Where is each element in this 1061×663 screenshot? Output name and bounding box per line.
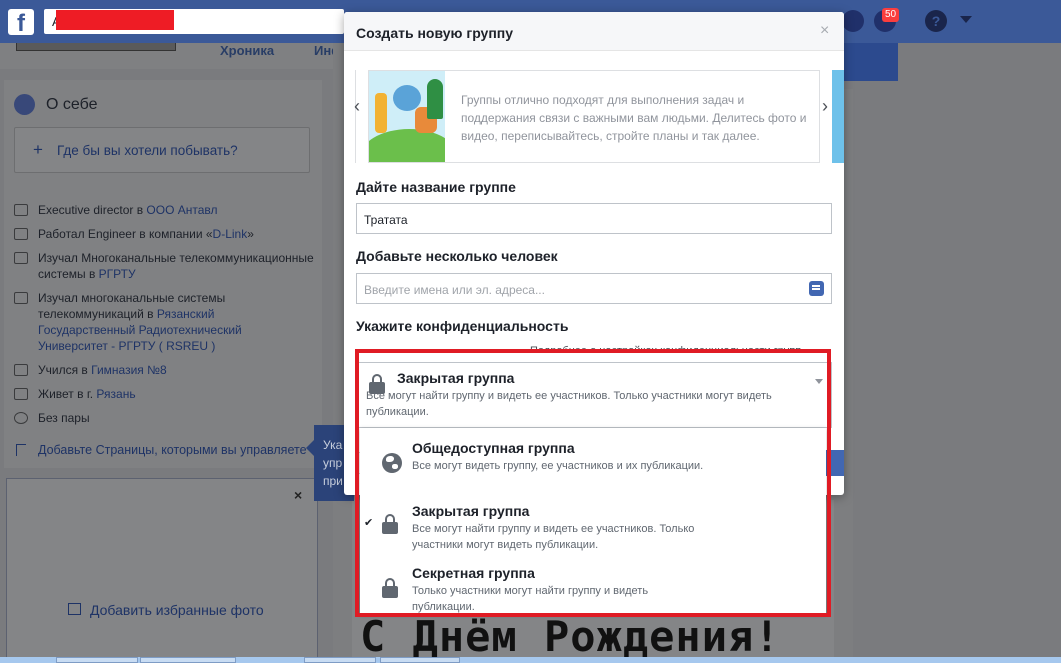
heart-icon [14, 412, 28, 424]
group-name-input[interactable]: Тратата [356, 203, 832, 234]
info-link[interactable]: РГРТУ [99, 267, 136, 281]
dialog-title: Создать новую группу [356, 25, 514, 41]
group-name-value: Тратата [364, 213, 408, 227]
group-illustration [369, 71, 445, 162]
tab-chronicle[interactable]: Хроника [220, 43, 274, 69]
info-row-city: Живет в г. Рязань [14, 386, 314, 402]
help-icon[interactable]: ? [925, 10, 947, 32]
add-people-label: Добавьте несколько человек [356, 248, 558, 264]
plus-icon: + [33, 140, 43, 159]
account-menu-caret-icon[interactable] [960, 16, 972, 23]
travel-wish-label: Где бы вы хотели побывать? [57, 143, 238, 158]
about-title: О себе [46, 96, 98, 113]
facebook-logo-icon[interactable]: f [8, 9, 34, 35]
add-people-input[interactable]: Введите имена или эл. адреса... [356, 273, 832, 304]
annotation-highlight-box [355, 349, 831, 617]
info-row-work-past: Работал Engineer в компании «D-Link» [14, 226, 314, 242]
about-globe-icon [14, 94, 35, 115]
taskbar-button[interactable] [56, 657, 138, 663]
featured-photos-panel [6, 478, 318, 663]
group-name-label: Дайте название группе [356, 179, 516, 195]
carousel-prev-icon[interactable]: ‹ [354, 96, 360, 117]
briefcase-icon [14, 228, 28, 240]
info-row-work: Executive director в ООО Антавл [14, 202, 314, 218]
info-link[interactable]: ООО Антавл [146, 203, 217, 217]
add-people-placeholder: Введите имена или эл. адреса... [364, 283, 545, 297]
notification-popup-edge [844, 43, 898, 81]
info-row-school: Учился в Гимназия №8 [14, 362, 314, 378]
info-link[interactable]: Рязань [96, 387, 135, 401]
carousel-text: Группы отлично подходят для выполнения з… [461, 93, 807, 143]
close-icon[interactable]: × [820, 22, 829, 40]
photo-icon [68, 603, 81, 615]
travel-wish-button[interactable]: + Где бы вы хотели побывать? [14, 127, 310, 173]
graduation-cap-icon [14, 292, 28, 304]
photos-close-icon[interactable]: × [294, 487, 302, 503]
taskbar-button[interactable] [140, 657, 236, 663]
taskbar-button[interactable] [304, 657, 376, 663]
carousel-next-card [832, 70, 844, 163]
add-featured-photos-button[interactable]: Добавить избранные фото [68, 602, 264, 618]
notifications-badge: 50 [882, 8, 900, 22]
tooltip-arrow [306, 440, 314, 456]
messenger-icon[interactable] [842, 10, 864, 32]
carousel-next-icon[interactable]: › [822, 96, 828, 117]
info-row-education: Изучал Многоканальные телекоммуникационн… [14, 250, 314, 282]
flag-icon [16, 444, 26, 456]
info-link[interactable]: Гимназия №8 [91, 363, 167, 377]
redaction-bar [56, 10, 174, 30]
profile-thumbnail [16, 43, 176, 51]
tooltip-text: Ука упр при [323, 438, 343, 488]
contacts-icon[interactable] [809, 281, 824, 296]
home-icon [14, 388, 28, 400]
info-link[interactable]: D-Link [213, 227, 248, 241]
right-column [843, 89, 853, 663]
taskbar-button[interactable] [380, 657, 460, 663]
add-pages-link[interactable]: Добавьте Страницы, которыми вы управляет… [14, 443, 307, 457]
info-row-relationship: Без пары [14, 410, 314, 426]
briefcase-icon [14, 204, 28, 216]
graduation-cap-icon [14, 364, 28, 376]
privacy-label: Укажите конфиденциальность [356, 318, 569, 334]
graduation-cap-icon [14, 252, 28, 264]
info-row-education-2: Изучал многоканальные системы телекоммун… [14, 290, 314, 354]
about-info-list: Executive director в ООО Антавл Работал … [14, 202, 314, 434]
add-pages-label: Добавьте Страницы, которыми вы управляет… [38, 443, 307, 457]
add-featured-photos-label: Добавить избранные фото [90, 602, 264, 618]
